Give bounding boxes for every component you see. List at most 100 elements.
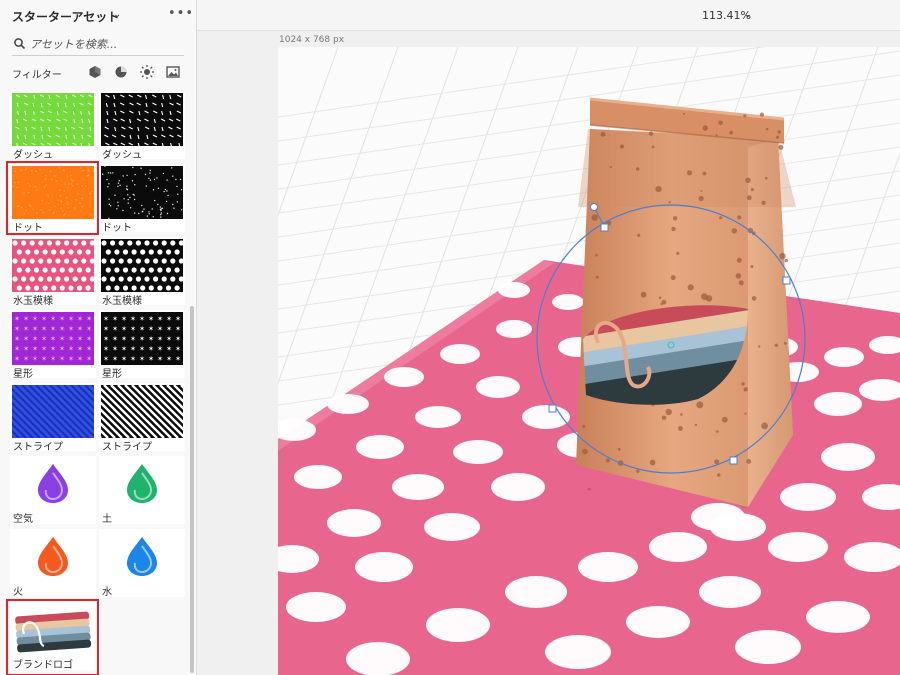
svg-text:✶: ✶ xyxy=(148,335,154,343)
svg-text:✶: ✶ xyxy=(139,355,145,363)
brand-logo-icon xyxy=(12,604,94,657)
pattern-swatch xyxy=(12,166,95,219)
svg-text:✶: ✶ xyxy=(59,345,65,353)
pattern-swatch: ✶ ✶ ✶ ✶ ✶ ✶ ✶ ✶ ✶ ✶ ✶ ✶ ✶ ✶ ✶ ✶ ✶ ✶ ✶ ✶ ✶ ✶ ✶ ✶ ✶ ✶ ✶ ✶ ✶ ✶ ✶ ✶ ✶ ✶ ✶ ✶ ✶ ✶ ✶ ✶… xyxy=(101,312,183,365)
svg-text:✶: ✶ xyxy=(41,315,47,323)
svg-text:✶: ✶ xyxy=(148,325,154,333)
artboard-size-label: 1024 x 768 px xyxy=(279,35,345,45)
svg-text:✶: ✶ xyxy=(32,345,38,353)
search-icon xyxy=(14,38,26,50)
panel-header: スターターアセット ⌄ ••• xyxy=(0,0,196,30)
chevron-down-icon[interactable]: ⌄ xyxy=(744,10,752,20)
svg-text:✶: ✶ xyxy=(166,325,172,333)
asset-tile-air-drop-icon[interactable]: 空気 xyxy=(10,456,96,525)
svg-text:✶: ✶ xyxy=(112,315,118,323)
svg-text:✶: ✶ xyxy=(175,325,181,333)
asset-tile-dash-dark[interactable]: ダッシュ xyxy=(99,91,190,161)
svg-text:✶: ✶ xyxy=(121,315,127,323)
asset-label: 水玉模様 xyxy=(13,296,53,307)
asset-tile-water-drop-icon[interactable]: 水 xyxy=(99,529,185,598)
svg-text:✶: ✶ xyxy=(77,325,83,333)
svg-text:✶: ✶ xyxy=(130,325,136,333)
svg-text:✶: ✶ xyxy=(50,325,56,333)
svg-text:✶: ✶ xyxy=(23,355,29,363)
asset-tile-fire-drop-icon[interactable]: 火 xyxy=(10,529,96,598)
svg-text:✶: ✶ xyxy=(32,335,38,343)
svg-text:✶: ✶ xyxy=(41,345,47,353)
asset-tile-stripe-dark[interactable]: ストライプ xyxy=(40,383,196,453)
search-input[interactable] xyxy=(30,35,180,53)
svg-text:✶: ✶ xyxy=(59,355,65,363)
svg-text:✶: ✶ xyxy=(32,315,38,323)
svg-text:✶: ✶ xyxy=(41,355,47,363)
asset-label: 水玉模様 xyxy=(102,296,142,307)
svg-text:✶: ✶ xyxy=(23,345,29,353)
svg-text:✶: ✶ xyxy=(77,315,83,323)
search-box[interactable] xyxy=(12,33,184,56)
sun-filter-icon[interactable] xyxy=(139,64,155,80)
pattern-swatch xyxy=(12,93,101,148)
svg-text:✶: ✶ xyxy=(157,355,163,363)
svg-text:✶: ✶ xyxy=(175,335,181,343)
pattern-swatch xyxy=(101,93,190,148)
panel-title[interactable]: スターターアセット xyxy=(12,8,119,25)
asset-tile-star-purple[interactable]: ✶ ✶ ✶ ✶ ✶ ✶ ✶ ✶ ✶ ✶ ✶ ✶ ✶ ✶ ✶ ✶ ✶ ✶ ✶ ✶ ✶ ✶ ✶ ✶ ✶ ✶ ✶ ✶ ✶ ✶ ✶ ✶ ✶ ✶ ✶ ✶ ✶ ✶ ✶ ✶… xyxy=(10,310,96,380)
svg-text:✶: ✶ xyxy=(121,355,127,363)
svg-text:✶: ✶ xyxy=(157,325,163,333)
asset-tile-dash-light[interactable]: ダッシュ xyxy=(10,91,101,161)
svg-text:✶: ✶ xyxy=(166,335,172,343)
svg-text:✶: ✶ xyxy=(50,345,56,353)
svg-text:✶: ✶ xyxy=(41,325,47,333)
svg-text:✶: ✶ xyxy=(103,345,109,353)
asset-tile-earth-drop-icon[interactable]: 土 xyxy=(99,456,185,525)
image-filter-icon[interactable] xyxy=(165,64,181,80)
svg-text:✶: ✶ xyxy=(175,345,181,353)
paper-bag[interactable] xyxy=(576,97,796,509)
pattern-swatch xyxy=(101,165,183,219)
asset-label: 星形 xyxy=(13,369,33,380)
materials-filter-icon[interactable] xyxy=(87,64,103,80)
svg-text:✶: ✶ xyxy=(157,335,163,343)
svg-text:✶: ✶ xyxy=(121,345,127,353)
light-filter-icon[interactable] xyxy=(113,64,129,80)
svg-text:✶: ✶ xyxy=(50,335,56,343)
svg-text:✶: ✶ xyxy=(23,335,29,343)
svg-text:✶: ✶ xyxy=(86,315,92,323)
asset-tile-polka-pink[interactable]: 水玉模様 xyxy=(10,237,100,307)
asset-label: ダッシュ xyxy=(13,150,53,161)
pattern-swatch xyxy=(40,384,196,439)
svg-text:✶: ✶ xyxy=(23,325,29,333)
svg-text:✶: ✶ xyxy=(32,355,38,363)
fire-drop-icon xyxy=(31,534,75,578)
svg-text:✶: ✶ xyxy=(68,355,74,363)
svg-text:✶: ✶ xyxy=(103,335,109,343)
3d-scene[interactable] xyxy=(278,47,900,675)
asset-tile-brand-logo-icon[interactable]: ブランドロゴ xyxy=(10,602,96,671)
panel-scrollbar[interactable] xyxy=(190,306,194,673)
svg-text:✶: ✶ xyxy=(112,335,118,343)
svg-text:✶: ✶ xyxy=(130,335,136,343)
svg-text:✶: ✶ xyxy=(175,355,181,363)
water-drop-icon xyxy=(120,534,164,578)
asset-tile-star-dark[interactable]: ✶ ✶ ✶ ✶ ✶ ✶ ✶ ✶ ✶ ✶ ✶ ✶ ✶ ✶ ✶ ✶ ✶ ✶ ✶ ✶ ✶ ✶ ✶ ✶ ✶ ✶ ✶ ✶ ✶ ✶ ✶ ✶ ✶ ✶ ✶ ✶ ✶ ✶ ✶ ✶… xyxy=(99,310,185,380)
svg-text:✶: ✶ xyxy=(139,345,145,353)
asset-tile-polka-dark[interactable]: 水玉模様 xyxy=(99,237,189,307)
svg-text:✶: ✶ xyxy=(77,355,83,363)
svg-text:✶: ✶ xyxy=(68,345,74,353)
chevron-down-icon[interactable]: ⌄ xyxy=(113,9,121,20)
svg-text:✶: ✶ xyxy=(130,345,136,353)
more-options-icon[interactable]: ••• xyxy=(168,6,194,21)
svg-text:✶: ✶ xyxy=(86,335,92,343)
svg-text:✶: ✶ xyxy=(103,315,109,323)
svg-text:✶: ✶ xyxy=(59,315,65,323)
svg-text:✶: ✶ xyxy=(148,355,154,363)
asset-label: ブランドロゴ xyxy=(13,660,73,671)
svg-text:✶: ✶ xyxy=(148,315,154,323)
3d-viewport[interactable] xyxy=(278,47,900,675)
asset-tile-stripe-blue[interactable]: ストライプ xyxy=(0,383,196,453)
svg-text:✶: ✶ xyxy=(139,335,145,343)
asset-tile-dot-dark[interactable]: ドット xyxy=(99,164,185,234)
asset-tile-dot-orange[interactable]: ドット xyxy=(10,164,96,234)
asset-label: 星形 xyxy=(102,369,122,380)
svg-text:✶: ✶ xyxy=(121,325,127,333)
